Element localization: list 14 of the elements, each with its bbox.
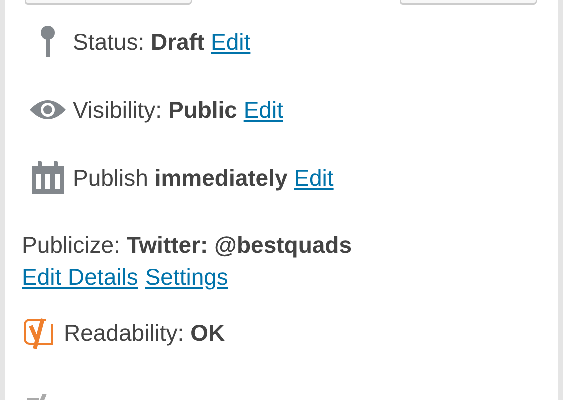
pin-icon bbox=[40, 26, 54, 58]
readability-text: Readability: OK bbox=[64, 320, 226, 346]
y-logo-icon bbox=[22, 316, 56, 350]
edit-link[interactable]: Edit bbox=[211, 28, 251, 56]
link[interactable]: Edit Details bbox=[22, 262, 138, 292]
visibility-text: Visibility: Public bbox=[73, 96, 238, 124]
eye-icon bbox=[28, 99, 66, 121]
publish-text: Publish immediately bbox=[73, 164, 288, 192]
link[interactable]: Settings bbox=[145, 262, 228, 292]
edit-link[interactable]: Edit bbox=[294, 164, 334, 192]
publicize-text: Publicize: Twitter: @bestquads bbox=[22, 232, 352, 258]
status-text: Status: Draft bbox=[73, 28, 205, 56]
edit-link[interactable]: Edit bbox=[244, 96, 284, 124]
calendar-icon bbox=[30, 161, 64, 195]
